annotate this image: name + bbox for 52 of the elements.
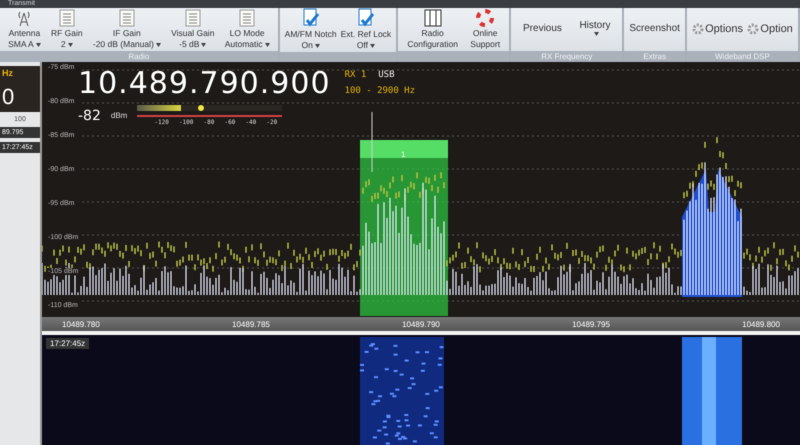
list-icon (118, 9, 135, 27)
list-icon (184, 9, 201, 27)
group-label: RX Frequency (511, 51, 622, 62)
signal-value: -82 (78, 108, 101, 124)
group-label: Extras (624, 51, 685, 62)
ribbon-button[interactable]: IF Gain -20 dB (Manual) (90, 9, 163, 49)
antenna-icon (17, 9, 32, 27)
axis-label: 10489.780 (62, 320, 100, 328)
caret-icon (36, 42, 41, 47)
caret-icon (594, 32, 598, 36)
list-icon (58, 9, 75, 27)
caret-icon (370, 44, 375, 48)
frequency-readout: 10.489.790.900 (78, 66, 331, 101)
list-icon (239, 9, 256, 27)
signal-unit: dBm (110, 111, 128, 120)
ribbon-button[interactable]: Antenna SMA A (6, 9, 43, 49)
ribbon-button[interactable]: Option (745, 22, 795, 34)
ribbon-button[interactable]: RF Gain 2 (48, 9, 85, 49)
caret-icon (201, 42, 206, 47)
ribbon-button[interactable]: Radio Configuration (405, 9, 460, 49)
grid-icon (424, 9, 442, 27)
group-label: Radio (0, 51, 278, 62)
gear-icon (747, 22, 760, 34)
ribbon-button[interactable]: AM/FM Notch On (282, 8, 339, 50)
ribbon-button[interactable]: Options (690, 22, 746, 34)
ribbon-button[interactable]: History (577, 21, 613, 36)
caret-icon (264, 42, 270, 47)
ribbon-button[interactable]: Online Support (468, 9, 502, 49)
ribbon-button[interactable]: Screenshot (627, 24, 682, 34)
ribbon-button[interactable]: Visual Gain -5 dB (169, 9, 216, 49)
ribbon-button[interactable]: Ext. Ref Lock Off (338, 8, 394, 50)
ribbon-button[interactable]: Previous (521, 24, 564, 34)
unit-label: Hz (2, 68, 14, 78)
ribbon-button[interactable]: LO Mode Automatic (222, 9, 272, 49)
filter-label: 1 (401, 150, 406, 159)
axis-label: 10489.790 (402, 320, 440, 328)
axis-label: 10489.785 (232, 320, 270, 328)
axis-label: 10489.800 (742, 320, 780, 328)
receiver-label: RX 1 (344, 70, 366, 80)
axis-label: 10489.795 (572, 320, 610, 328)
time-label: 17:27:45z (46, 338, 90, 349)
frequency-value: 0 (2, 84, 16, 110)
checkmark-icon (356, 8, 375, 28)
mode-label: USB (378, 70, 395, 80)
gear-icon (692, 22, 704, 34)
bandwidth-label: 100 - 2900 Hz (344, 86, 416, 96)
caret-icon (314, 44, 320, 48)
lifebuoy-icon (476, 9, 494, 27)
caret-icon (68, 42, 73, 47)
checkmark-icon (302, 8, 320, 28)
group-label: Wideband DSP (686, 51, 798, 62)
caret-icon (156, 42, 161, 47)
